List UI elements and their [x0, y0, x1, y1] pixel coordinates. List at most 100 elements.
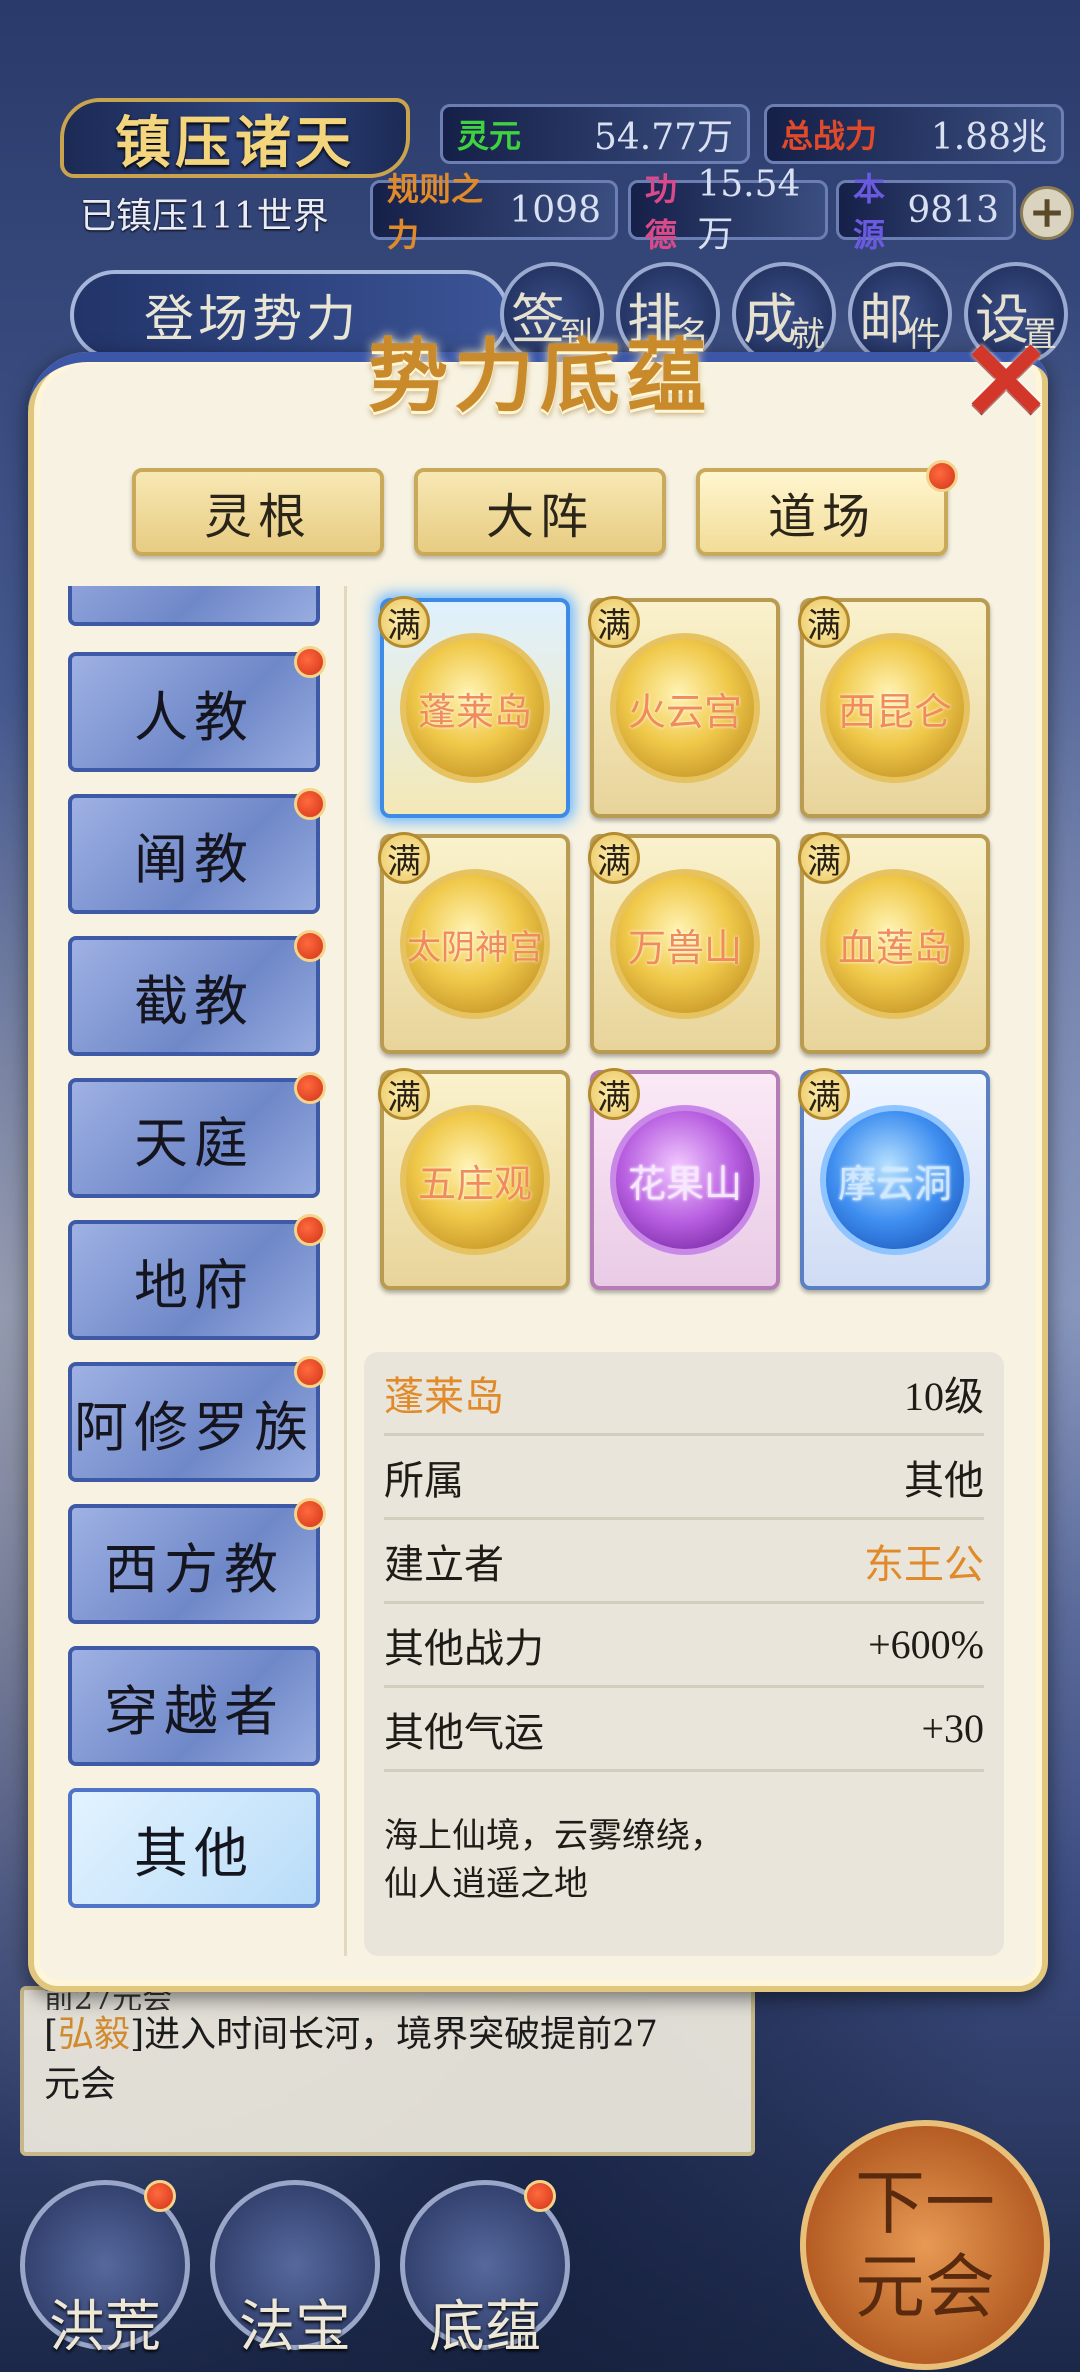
- faction-item-western-sect[interactable]: 西方教: [68, 1504, 320, 1624]
- stat-rule-power: 规则之力 1098: [370, 170, 618, 254]
- stat-label: 总战力: [781, 117, 878, 155]
- stat-label: 规则之力: [387, 170, 484, 254]
- dojo-name: 太阴神宫: [407, 927, 543, 968]
- detail-name: 蓬莱岛: [384, 1373, 504, 1420]
- maxed-badge: 满: [798, 596, 850, 648]
- stat-value: 54.77万: [593, 117, 733, 158]
- dojo-card[interactable]: 摩云洞 满: [798, 1068, 990, 1290]
- notification-dot: [294, 930, 326, 962]
- faction-item-chanjiao[interactable]: 阐教: [68, 794, 320, 914]
- log-text: 进入时间长河，境界突破提前27: [144, 2014, 658, 2055]
- faction-item-partial[interactable]: [68, 586, 320, 626]
- description-line: 仙人逍遥之地: [384, 1864, 588, 1904]
- detail-row-affiliation: 所属 其他: [384, 1436, 984, 1520]
- detail-label: 其他战力: [384, 1625, 544, 1672]
- stat-value: 9813: [907, 189, 999, 231]
- dojo-card[interactable]: 血莲岛 满: [798, 832, 990, 1054]
- dojo-emblem-icon: 西昆仑: [820, 633, 970, 783]
- dojo-detail: 蓬莱岛 10级 所属 其他 建立者 东王公 其他战力 +600% 其他气运 +3…: [364, 1352, 1004, 1956]
- dojo-name: 蓬莱岛: [417, 689, 532, 734]
- detail-label: 所属: [384, 1457, 464, 1504]
- panel-title: 势力底蕴: [368, 329, 712, 423]
- dojo-card[interactable]: 花果山 满: [588, 1068, 780, 1290]
- notification-dot: [524, 2180, 556, 2212]
- dojo-name: 西昆仑: [837, 689, 952, 734]
- log-entry: [弘毅]进入时间长河，境界突破提前27: [44, 2010, 731, 2060]
- dojo-card[interactable]: 五庄观 满: [378, 1068, 570, 1290]
- world-title-badge: 镇压诸天: [60, 98, 410, 178]
- dojo-emblem-icon: 蓬莱岛: [400, 633, 550, 783]
- notification-dot: [294, 788, 326, 820]
- next-era-line: 元会: [855, 2246, 995, 2328]
- dojo-card[interactable]: 西昆仑 满: [798, 596, 990, 818]
- notification-dot: [144, 2180, 176, 2212]
- add-resource-button[interactable]: +: [1020, 186, 1074, 240]
- maxed-badge: 满: [378, 832, 430, 884]
- dojo-emblem-icon: 花果山: [610, 1105, 760, 1255]
- faction-item-other[interactable]: 其他: [68, 1788, 320, 1908]
- faction-item-asura[interactable]: 阿修罗族: [68, 1362, 320, 1482]
- detail-row-founder: 建立者 东王公: [384, 1520, 984, 1604]
- stat-lingyuan: 灵元 54.77万: [440, 104, 750, 164]
- suppressed-worlds-text: 已镇压111世界: [80, 196, 329, 237]
- dojo-card[interactable]: 万兽山 满: [588, 832, 780, 1054]
- honghuang-label: 洪荒: [49, 2295, 161, 2360]
- notification-dot: [294, 1498, 326, 1530]
- notification-dot: [294, 1214, 326, 1246]
- detail-row-fortune: 其他气运 +30: [384, 1688, 984, 1772]
- stat-merit: 功德 15.54万: [628, 164, 828, 255]
- dojo-emblem-icon: 摩云洞: [820, 1105, 970, 1255]
- log-text-cont: 元会: [44, 2064, 117, 2105]
- detail-row-power: 其他战力 +600%: [384, 1604, 984, 1688]
- faction-item-tianting[interactable]: 天庭: [68, 1078, 320, 1198]
- maxed-badge: 满: [588, 1068, 640, 1120]
- treasure-label: 法宝: [239, 2295, 351, 2360]
- notification-dot: [294, 1356, 326, 1388]
- faction-item-jiejiao[interactable]: 截教: [68, 936, 320, 1056]
- detail-value: 东王公: [864, 1541, 984, 1588]
- detail-header: 蓬莱岛 10级: [384, 1352, 984, 1436]
- dojo-name: 血莲岛: [837, 925, 952, 970]
- detail-level: 10级: [904, 1373, 984, 1419]
- stat-label: 灵元: [457, 117, 522, 155]
- tab-spirit-root[interactable]: 灵根: [132, 468, 384, 556]
- log-bracket: [: [44, 2014, 59, 2055]
- dojo-emblem-icon: 火云宫: [610, 633, 760, 783]
- detail-value: +30: [921, 1706, 984, 1751]
- tab-dojo[interactable]: 道场: [696, 468, 948, 556]
- notification-dot: [294, 1072, 326, 1104]
- maxed-badge: 满: [378, 596, 430, 648]
- dojo-card[interactable]: 蓬莱岛 满: [378, 596, 570, 818]
- dojo-card[interactable]: 太阴神宫 满: [378, 832, 570, 1054]
- heritage-label: 底蕴: [429, 2295, 541, 2360]
- event-log: 前27元会 [弘毅]进入时间长河，境界突破提前27 元会: [20, 1986, 755, 2156]
- dojo-emblem-icon: 血莲岛: [820, 869, 970, 1019]
- faction-item-transmigrator[interactable]: 穿越者: [68, 1646, 320, 1766]
- detail-description: 海上仙境，云雾缭绕， 仙人逍遥之地: [384, 1812, 984, 1908]
- detail-label: 其他气运: [384, 1709, 544, 1756]
- faction-item-renjiao[interactable]: 人教: [68, 652, 320, 772]
- faction-item-difu[interactable]: 地府: [68, 1220, 320, 1340]
- dojo-name: 花果山: [627, 1161, 742, 1206]
- dojo-emblem-icon: 太阴神宫: [400, 869, 550, 1019]
- dojo-name: 五庄观: [417, 1161, 532, 1206]
- log-hero-name[interactable]: 弘毅: [58, 2014, 130, 2055]
- stat-value: 15.54万: [697, 163, 801, 255]
- dojo-card[interactable]: 火云宫 满: [588, 596, 780, 818]
- log-cut-line: 前27元会: [44, 1990, 173, 2010]
- dojo-name: 摩云洞: [837, 1161, 952, 1206]
- description-line: 海上仙境，云雾缭绕，: [384, 1816, 724, 1856]
- next-era-button[interactable]: 下一 元会: [800, 2120, 1050, 2370]
- tab-formation[interactable]: 大阵: [414, 468, 666, 556]
- close-icon[interactable]: ✕: [960, 326, 1052, 436]
- faction-list[interactable]: 人教 阐教 截教 天庭 地府 阿修罗族 西方教 穿越者 其他: [40, 586, 340, 1956]
- stat-total-power: 总战力 1.88兆: [764, 104, 1064, 164]
- detail-value: +600%: [868, 1622, 984, 1667]
- panel-divider: [344, 586, 347, 1956]
- stat-origin: 本源 9813: [836, 170, 1016, 254]
- dojo-emblem-icon: 万兽山: [610, 869, 760, 1019]
- notification-dot: [294, 646, 326, 678]
- maxed-badge: 满: [378, 1068, 430, 1120]
- dojo-name: 万兽山: [627, 925, 742, 970]
- maxed-badge: 满: [588, 596, 640, 648]
